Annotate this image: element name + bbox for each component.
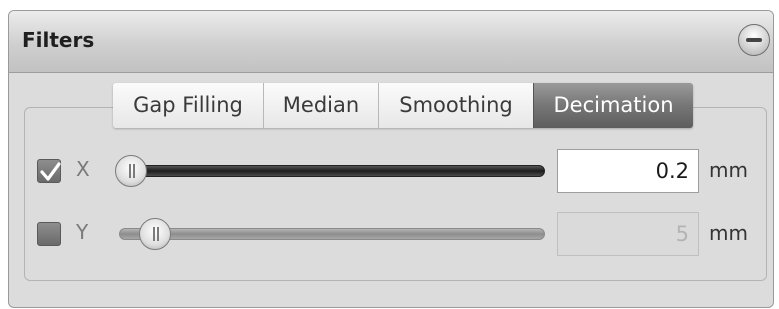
x-axis-label: X xyxy=(76,157,90,181)
x-slider-track[interactable] xyxy=(119,165,545,177)
y-slider-handle[interactable] xyxy=(139,218,171,250)
tab-decimation[interactable]: Decimation xyxy=(533,83,693,128)
tab-gap-filling[interactable]: Gap Filling xyxy=(113,83,263,128)
filter-tabs: Gap Filling Median Smoothing Decimation xyxy=(113,83,693,128)
tab-median[interactable]: Median xyxy=(263,83,378,128)
axis-row-y: Y 5 mm xyxy=(9,212,773,256)
x-slider-handle[interactable] xyxy=(115,155,147,187)
checkmark-icon xyxy=(40,162,61,181)
x-unit-label: mm xyxy=(709,158,748,182)
grip-icon xyxy=(153,227,155,241)
panel-header: Filters xyxy=(9,11,773,73)
y-axis-label: Y xyxy=(76,220,89,244)
grip-icon xyxy=(129,164,131,178)
y-checkbox[interactable] xyxy=(37,222,61,246)
collapse-button[interactable] xyxy=(738,24,770,56)
x-checkbox[interactable] xyxy=(37,159,61,183)
y-unit-label: mm xyxy=(709,221,748,245)
panel-title: Filters xyxy=(22,28,95,52)
x-value-field[interactable]: 0.2 xyxy=(557,149,699,193)
axis-row-x: X 0.2 mm xyxy=(9,149,773,193)
y-value-field[interactable]: 5 xyxy=(557,212,699,256)
tab-smoothing[interactable]: Smoothing xyxy=(378,83,533,128)
filters-panel: Filters Gap Filling Median Smoothing Dec… xyxy=(8,10,774,308)
y-slider-track[interactable] xyxy=(119,228,545,240)
minus-circle-icon xyxy=(746,38,762,42)
